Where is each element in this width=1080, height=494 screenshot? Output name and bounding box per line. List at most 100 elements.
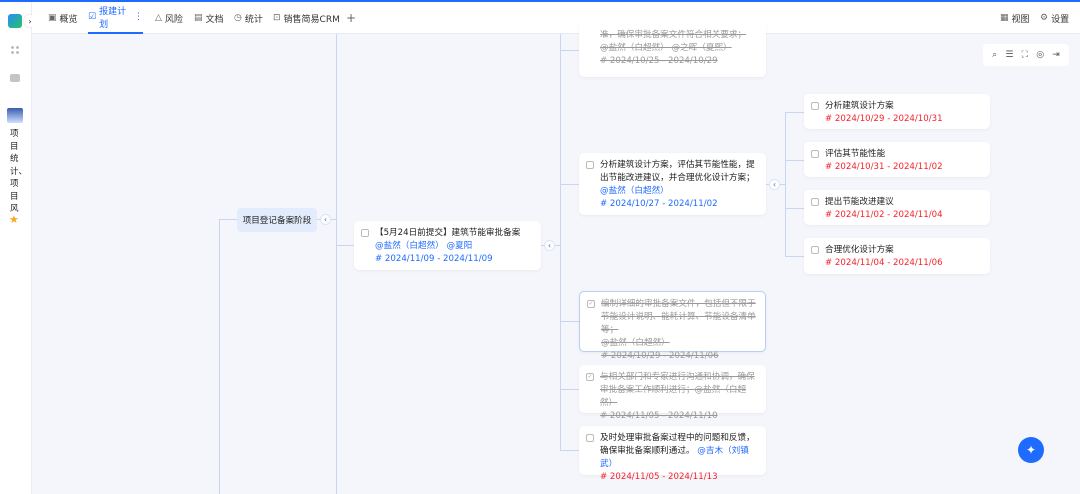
project-label[interactable]: 项目统计、项目风 — [10, 128, 27, 216]
subtask-date: # 2024/10/31 - 2024/11/02 — [825, 162, 943, 172]
task-text: 分析建筑设计方案，评估其节能性能，提出节能改进建议，并合理优化设计方案； — [600, 160, 755, 183]
star-icon[interactable]: ★ — [9, 213, 19, 226]
outline-icon[interactable]: ☰ — [1005, 50, 1013, 60]
add-tab-button[interactable]: + — [346, 2, 356, 34]
app-logo-icon[interactable] — [8, 14, 22, 28]
settings-button[interactable]: ⚙ 设置 — [1040, 2, 1069, 34]
task-checkbox[interactable] — [811, 102, 819, 110]
tab-risk[interactable]: △ 风险 — [155, 2, 183, 34]
task-checkbox-checked[interactable]: ✓ — [587, 300, 595, 308]
exit-icon[interactable]: ⇥ — [1052, 50, 1060, 60]
main-task-card[interactable]: 【5月24日前提交】建筑节能审批备案 @盐然（白超然） @夏阳 # 2024/1… — [354, 221, 541, 270]
subtask-card[interactable]: 提出节能改进建议 # 2024/11/02 - 2024/11/04 — [804, 190, 990, 225]
collapse-button[interactable]: ‹ — [320, 214, 331, 225]
search-icon[interactable]: ⌕ — [992, 50, 997, 60]
fit-icon[interactable]: ⛶ — [1022, 50, 1028, 60]
clock-icon: ◷ — [234, 13, 242, 23]
root-label: 项目登记备案阶段 — [242, 216, 312, 226]
view-label: 视图 — [1011, 14, 1030, 25]
root-node[interactable]: 项目登记备案阶段 — [237, 208, 317, 232]
warning-icon: △ — [155, 13, 162, 23]
collapse-button[interactable]: ‹ — [544, 240, 555, 251]
task-title: 【5月24日前提交】建筑节能审批备案 — [375, 228, 521, 238]
task-card[interactable]: 及时处理审批备案过程中的问题和反馈，确保审批备案顺利通过。 @吉木（刘镇武） #… — [579, 426, 766, 482]
subtask-card[interactable]: 合理优化设计方案 # 2024/11/04 - 2024/11/06 — [804, 238, 990, 274]
tab-label: 统计 — [244, 14, 263, 25]
project-thumbnail[interactable] — [7, 108, 23, 123]
sidebar: 项目统计、项目风 ★ — [0, 2, 32, 494]
gear-icon: ⚙ — [1040, 13, 1049, 23]
grid-icon[interactable] — [10, 45, 20, 55]
folder-icon[interactable] — [10, 74, 20, 82]
task-checkbox[interactable] — [811, 246, 819, 254]
subtask-text: 评估其节能性能 — [825, 149, 886, 159]
task-date: # 2024/11/05 - 2024/11/10 — [600, 411, 718, 421]
connector — [785, 112, 804, 113]
connector — [336, 245, 354, 246]
task-card[interactable]: ✓ 编制详细的审批备案文件，包括但不限于节能设计说明、能耗计算、节能设备清单等；… — [579, 291, 766, 361]
connector — [219, 219, 237, 220]
task-checkbox[interactable] — [811, 150, 819, 158]
subtask-card[interactable]: 分析建筑设计方案 # 2024/10/29 - 2024/10/31 — [804, 94, 990, 129]
task-text: 准，确保审批备案文件符合相关要求； — [600, 30, 747, 40]
collapse-button[interactable]: ‹ — [769, 179, 780, 190]
subtask-date: # 2024/10/29 - 2024/10/31 — [825, 114, 943, 124]
task-assignees[interactable]: @盐然（白超然） — [600, 185, 758, 198]
task-checkbox[interactable] — [586, 434, 594, 442]
canvas-toolbar: ⌕ ☰ ⛶ ◎ ⇥ — [983, 44, 1069, 66]
top-bar: ▣ 概览 ☑ 报建计划 ⋮ △ 风险 ▤ 文档 ◷ 统计 ⊡ 销售简易CRM + ▦ 视图 ⚙ 设… — [32, 2, 1080, 34]
tab-label: 销售简易CRM — [283, 14, 340, 25]
connector — [219, 219, 220, 494]
subtask-card[interactable]: 评估其节能性能 # 2024/10/31 - 2024/11/02 — [804, 142, 990, 177]
task-checkbox-checked[interactable]: ✓ — [586, 373, 594, 381]
view-button[interactable]: ▦ 视图 — [1000, 2, 1030, 34]
tab-stats[interactable]: ◷ 统计 — [234, 2, 263, 34]
task-assignees: @盐然（白超然） — [601, 338, 670, 348]
task-checkbox[interactable] — [586, 161, 594, 169]
tab-plan[interactable]: ☑ 报建计划 ⋮ — [88, 2, 143, 34]
task-date: # 2024/10/25 - 2024/10/29 — [600, 56, 718, 66]
task-date: # 2024/11/05 - 2024/11/13 — [600, 472, 718, 482]
task-text: 编制详细的审批备案文件，包括但不限于节能设计说明、能耗计算、节能设备清单等； — [601, 299, 756, 335]
task-date: # 2024/10/29 - 2024/11/06 — [601, 351, 719, 361]
grid-view-icon: ▦ — [1000, 13, 1009, 23]
connector — [560, 50, 579, 51]
subtask-date: # 2024/11/04 - 2024/11/06 — [825, 258, 943, 268]
assistant-button[interactable]: ✦ — [1018, 437, 1044, 463]
tab-docs[interactable]: ▤ 文档 — [194, 2, 224, 34]
tab-label: 文档 — [205, 14, 224, 25]
task-date: # 2024/11/09 - 2024/11/09 — [375, 254, 493, 264]
settings-label: 设置 — [1051, 14, 1070, 25]
task-assignees: @盐然（白超然） @之晖（夏熙） — [600, 43, 732, 53]
overview-icon: ▣ — [48, 13, 57, 23]
subtask-text: 提出节能改进建议 — [825, 197, 894, 207]
connector — [785, 256, 804, 257]
task-assignees[interactable]: @盐然（白超然） @夏阳 — [375, 240, 533, 253]
locate-icon[interactable]: ◎ — [1036, 50, 1044, 60]
connector — [785, 160, 804, 161]
tab-overview[interactable]: ▣ 概览 — [48, 2, 78, 34]
task-card[interactable]: 分析建筑设计方案，评估其节能性能，提出节能改进建议，并合理优化设计方案； @盐然… — [579, 153, 766, 215]
connector — [785, 208, 804, 209]
subtask-date: # 2024/11/02 - 2024/11/04 — [825, 210, 943, 220]
document-icon: ▤ — [194, 13, 203, 23]
tab-label: 风险 — [164, 14, 183, 25]
connector — [560, 184, 579, 185]
tab-label: 报建计划 — [99, 7, 127, 30]
task-checkbox[interactable] — [811, 198, 819, 206]
connector — [785, 112, 786, 256]
tab-crm[interactable]: ⊡ 销售简易CRM — [273, 2, 340, 34]
task-card[interactable]: 准，确保审批备案文件符合相关要求； @盐然（白超然） @之晖（夏熙） # 202… — [579, 22, 766, 77]
connector — [560, 389, 579, 390]
subtask-text: 分析建筑设计方案 — [825, 101, 894, 111]
check-square-icon: ☑ — [88, 12, 97, 22]
connector — [560, 321, 579, 322]
task-card[interactable]: ✓ 与相关部门和专家进行沟通和协调，确保审批备案工作顺利进行；@盐然（白超然） … — [579, 365, 766, 421]
more-icon[interactable]: ⋮ — [134, 12, 143, 22]
subtask-text: 合理优化设计方案 — [825, 245, 894, 255]
tab-label: 概览 — [59, 14, 78, 25]
connector — [336, 34, 337, 494]
connector — [560, 450, 579, 451]
connector — [560, 34, 561, 450]
task-checkbox[interactable] — [361, 229, 369, 237]
